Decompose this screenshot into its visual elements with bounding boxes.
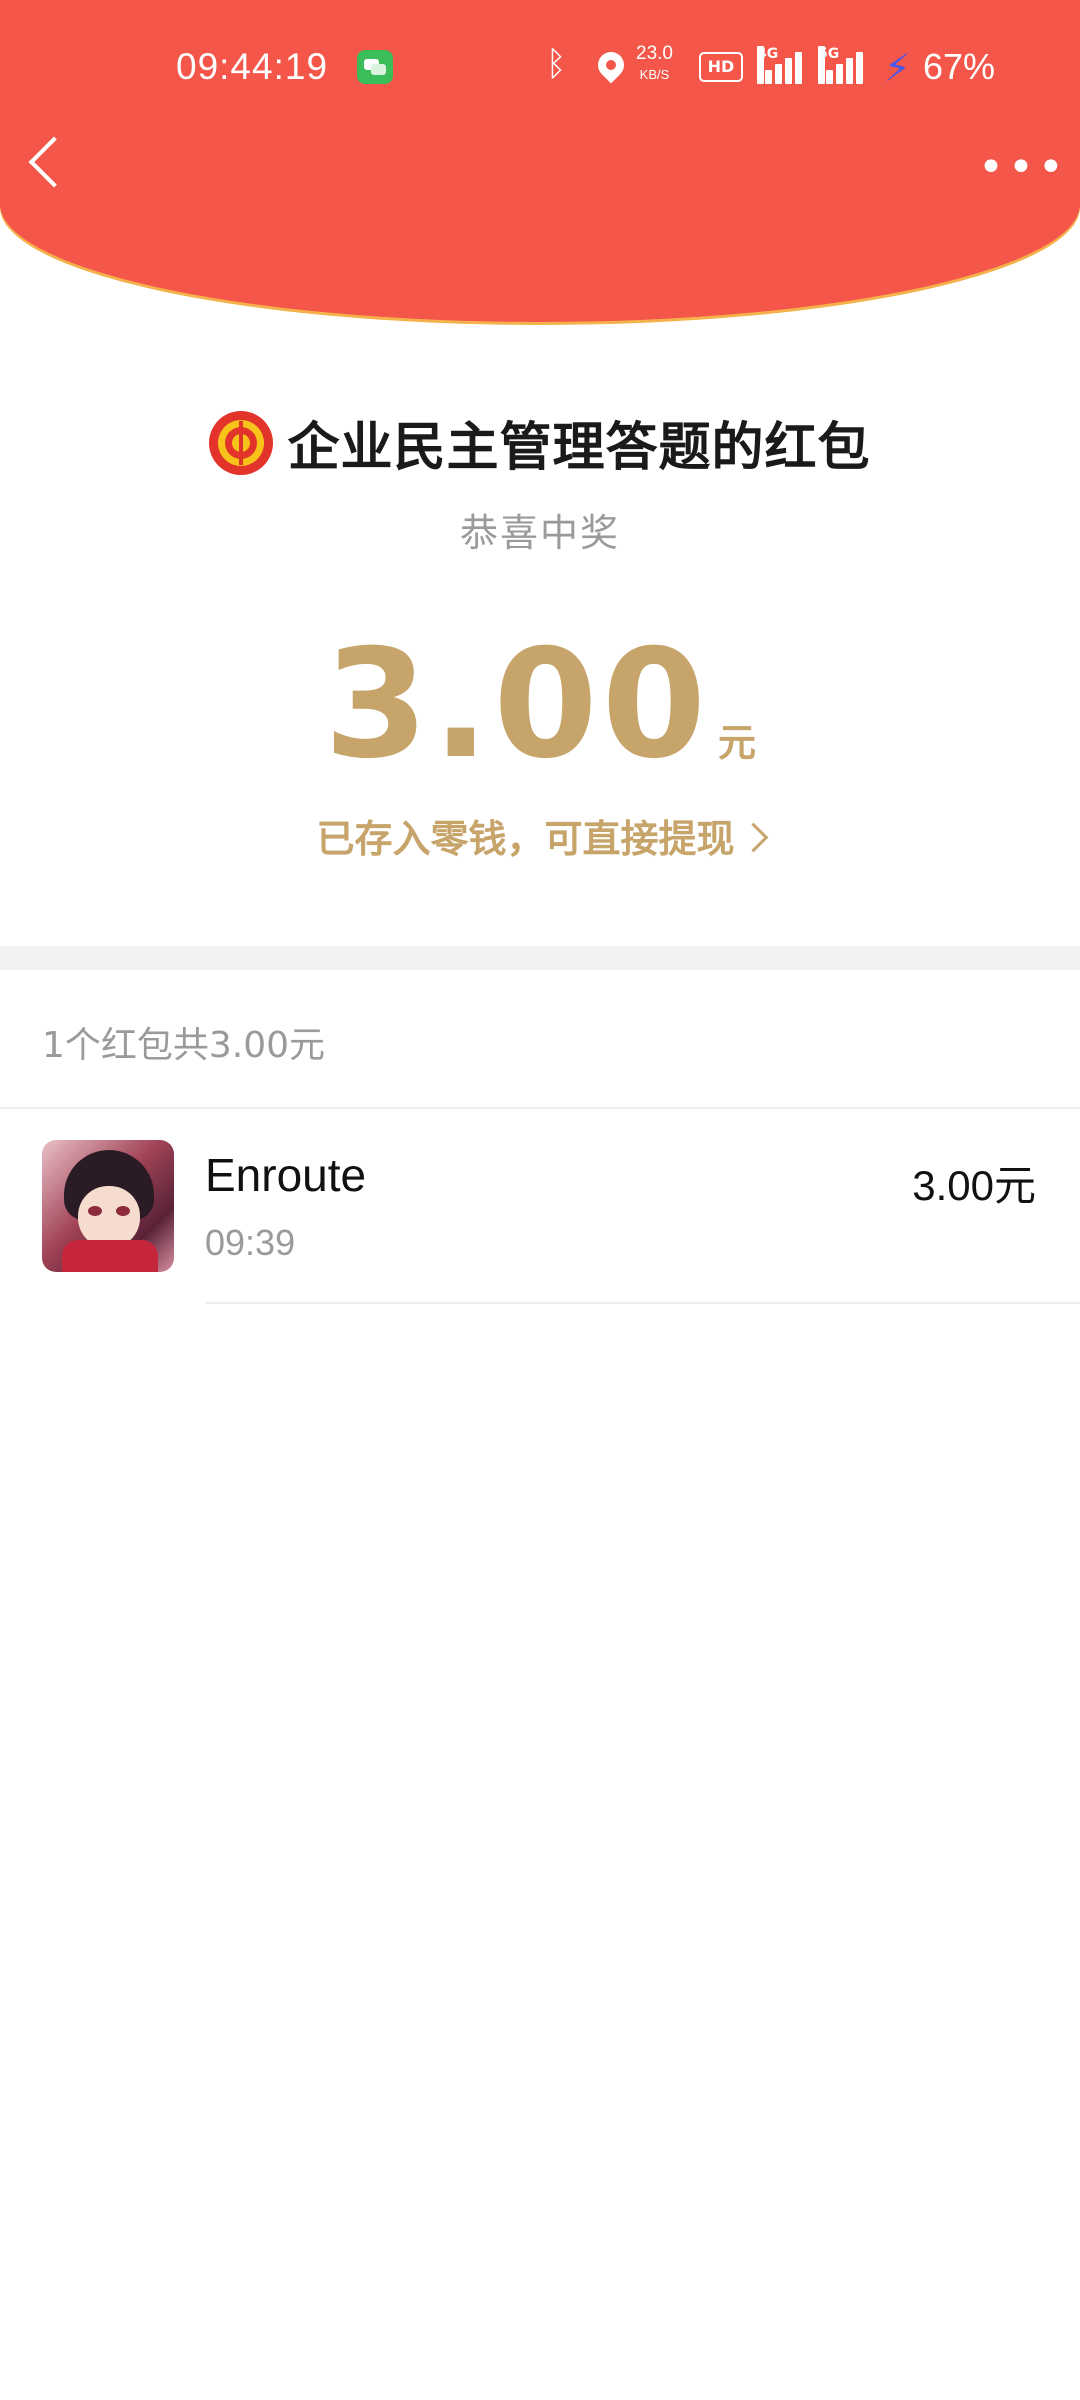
receive-time: 09:39: [205, 1222, 296, 1263]
saved-to-wallet-link[interactable]: 已存入零钱，可直接提现: [0, 808, 1080, 863]
message-app-icon: [357, 50, 393, 84]
red-packet-header: 09:44:19 ᛒ 23.0 KB/S HD 4G 5G ⚡ 67% •••: [0, 0, 1080, 322]
divider: [205, 1302, 1080, 1304]
signal-5g-label: 5G: [818, 46, 839, 84]
bluetooth-icon: ᛒ: [546, 44, 567, 84]
location-icon: [592, 46, 630, 84]
network-speed-value: 23.0: [636, 43, 673, 64]
amount-display: 3.00 元: [0, 618, 1080, 792]
avatar[interactable]: [42, 1140, 174, 1272]
receive-amount: 3.00元: [912, 1162, 1036, 1209]
charging-icon: ⚡: [884, 46, 911, 90]
congrats-text: 恭喜中奖: [459, 511, 620, 555]
receiver-name: Enroute: [205, 1149, 367, 1201]
divider: [0, 1107, 1080, 1109]
saved-to-wallet-text: 已存入零钱，可直接提现: [316, 817, 735, 861]
signal-5g-icon: 5G: [818, 46, 868, 84]
list-item[interactable]: Enroute 09:39 3.00元: [0, 1140, 1080, 1304]
chevron-left-icon[interactable]: [28, 136, 80, 188]
section-divider: [0, 946, 1080, 970]
amount-value: 3.00: [323, 618, 711, 792]
network-speed-unit: KB/S: [639, 67, 670, 82]
packet-summary: 1个红包共3.00元: [42, 1025, 326, 1066]
battery-level: 67%: [923, 46, 996, 87]
packet-title: 企业民主管理答题的红包: [287, 418, 871, 478]
packet-title-row: 企业民主管理答题的红包: [0, 405, 1080, 480]
signal-4g-icon: 4G: [757, 46, 807, 84]
network-speed: 23.0 KB/S: [636, 44, 673, 85]
signal-4g-label: 4G: [757, 46, 778, 84]
status-time: 09:44:19: [176, 46, 329, 87]
amount-unit: 元: [718, 721, 757, 765]
more-dots-icon[interactable]: •••: [978, 146, 1068, 190]
hd-icon: HD: [699, 52, 743, 82]
status-bar: 09:44:19 ᛒ 23.0 KB/S HD 4G 5G ⚡ 67%: [0, 42, 1080, 98]
trade-union-logo-icon: [209, 410, 274, 475]
chevron-right-icon: [738, 822, 768, 853]
